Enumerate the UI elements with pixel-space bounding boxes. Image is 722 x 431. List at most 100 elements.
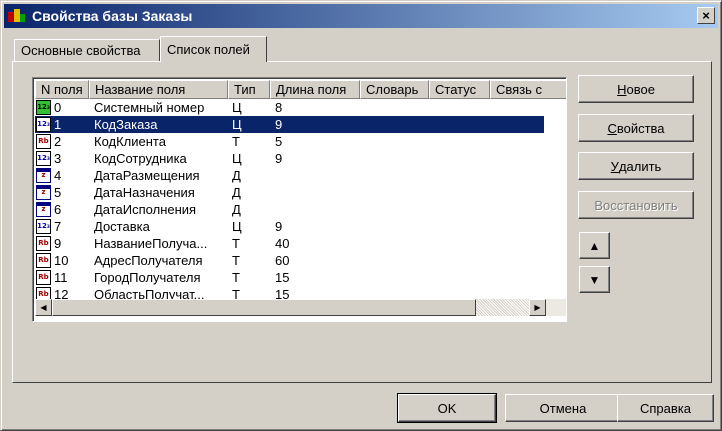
date-field-icon: z (36, 185, 51, 200)
field-type: Т (232, 270, 240, 285)
field-name: КодЗаказа (94, 117, 158, 132)
table-row[interactable]: z 4 ДатаРазмещения Д (35, 167, 544, 184)
field-name: КодСотрудника (94, 151, 187, 166)
field-number: 4 (54, 168, 62, 183)
field-type: Ц (232, 117, 242, 132)
field-number: 1 (54, 117, 62, 132)
field-number: 6 (54, 202, 62, 217)
column-header-link[interactable]: Связь с (490, 80, 566, 99)
field-type: Ц (232, 100, 242, 115)
scroll-left-arrow-icon[interactable]: ◀ (35, 299, 52, 316)
field-number: 11 (54, 270, 68, 285)
table-row[interactable]: Rb 9 НазваниеПолуча... Т 40 (35, 235, 544, 252)
field-number-cell: 12₃ 1 (35, 116, 89, 133)
field-name: КодКлиента (94, 134, 166, 149)
text-field-icon: Rb (36, 134, 51, 149)
new-field-button[interactable]: Новое (578, 75, 694, 103)
tab-basic-properties[interactable]: Основные свойства (14, 39, 160, 61)
field-length: 9 (275, 151, 283, 166)
table-row[interactable]: Rb 10 АдресПолучателя Т 60 (35, 252, 544, 269)
field-length: 9 (275, 219, 283, 234)
field-number-cell: z5 (35, 184, 89, 201)
new-field-label: овое (626, 81, 655, 97)
field-length: 9 (275, 117, 283, 132)
delete-field-label: далить (618, 158, 662, 174)
title-bar[interactable]: Свойства базы Заказы × (4, 4, 718, 28)
table-row[interactable]: z 5 ДатаНазначения Д (35, 184, 544, 201)
table-row[interactable]: 12₃ 0 Системный номер Ц 8 (35, 99, 544, 116)
field-number-cell: z6 (35, 201, 89, 218)
text-field-icon: Rb (36, 236, 51, 251)
table-row[interactable]: 12₃ 1 КодЗаказа Ц 9 (35, 116, 544, 133)
numeric-field-icon: 12₃ (36, 151, 51, 166)
field-rows: 12₃ 0 Системный номер Ц 8 12₃ 1 КодЗаказа Ц 9 Rb 2 К… (35, 99, 544, 303)
field-number-cell: 12₃ 3 (35, 150, 89, 167)
close-button[interactable]: × (697, 7, 715, 24)
field-number: 7 (54, 219, 62, 234)
field-name: ДатаРазмещения (94, 168, 200, 183)
text-field-icon: Rb (36, 253, 51, 268)
field-number: 2 (54, 134, 62, 149)
horizontal-scroll-track[interactable] (476, 299, 529, 316)
field-type: Д (232, 202, 241, 217)
field-length: 15 (275, 270, 290, 285)
column-header-name[interactable]: Название поля (89, 80, 228, 99)
field-number-cell: 12₃ 7 (35, 218, 89, 235)
restore-field-button[interactable]: Восстановить (578, 191, 694, 219)
field-name: Доставка (94, 219, 150, 234)
field-number: 9 (54, 236, 62, 251)
move-up-arrow-icon[interactable]: ▲ (579, 232, 610, 259)
field-number-cell: 12₃ 0 (35, 99, 89, 116)
field-name: ГородПолучателя (94, 270, 201, 285)
horizontal-scrollbar[interactable]: ◀ ▶ (35, 299, 566, 316)
tab-field-list[interactable]: Список полей (160, 36, 267, 62)
field-name: ДатаИсполнения (94, 202, 197, 217)
field-name: НазваниеПолуча... (94, 236, 208, 251)
column-header-dictionary[interactable]: Словарь (360, 80, 429, 99)
table-row[interactable]: 12₃ 3 КодСотрудника Ц 9 (35, 150, 544, 167)
field-type: Д (232, 168, 241, 183)
move-down-arrow-icon[interactable]: ▼ (579, 266, 610, 293)
table-row[interactable]: Rb 2 КодКлиента Т 5 (35, 133, 544, 150)
cancel-button[interactable]: Отмена (505, 394, 621, 422)
field-number: 3 (54, 151, 62, 166)
field-length: 5 (275, 134, 283, 149)
field-type: Ц (232, 151, 242, 166)
column-header-length[interactable]: Длина поля (270, 80, 360, 99)
delete-field-button[interactable]: Удалить (578, 152, 694, 180)
field-number-cell: Rb 2 (35, 133, 89, 150)
column-header-status[interactable]: Статус (429, 80, 490, 99)
field-number: 0 (54, 100, 62, 115)
table-row[interactable]: 12₃ 7 Доставка Ц 9 (35, 218, 544, 235)
field-list-header: N поля Название поля Тип Длина поля Слов… (35, 80, 566, 99)
column-header-type[interactable]: Тип (228, 80, 270, 99)
app-logo-icon (8, 8, 26, 24)
new-field-accel: Н (617, 81, 627, 97)
ok-button[interactable]: OK (397, 393, 497, 423)
field-number: 10 (54, 253, 69, 268)
field-properties-button[interactable]: Свойства (578, 114, 694, 142)
field-number-cell: Rb 11 (35, 269, 89, 286)
field-name: Системный номер (94, 100, 205, 115)
field-name: АдресПолучателя (94, 253, 203, 268)
field-type: Т (232, 236, 240, 251)
field-list[interactable]: N поля Название поля Тип Длина поля Слов… (32, 77, 567, 322)
delete-field-accel: У (610, 158, 619, 174)
field-number-cell: z4 (35, 167, 89, 184)
table-row[interactable]: Rb 11 ГородПолучателя Т 15 (35, 269, 544, 286)
field-number: 5 (54, 185, 62, 200)
field-number-cell: Rb 9 (35, 235, 89, 252)
scroll-right-arrow-icon[interactable]: ▶ (529, 299, 546, 316)
field-type: Ц (232, 219, 242, 234)
numeric-field-icon: 12₃ (36, 219, 51, 234)
field-number-cell: Rb 10 (35, 252, 89, 269)
numeric-system-field-icon: 12₃ (36, 100, 51, 115)
column-header-number[interactable]: N поля (35, 80, 89, 99)
help-button[interactable]: Справка (617, 394, 714, 422)
window-title: Свойства базы Заказы (32, 8, 193, 24)
field-properties-accel: С (607, 120, 617, 136)
table-row[interactable]: z 6 ДатаИсполнения Д (35, 201, 544, 218)
text-field-icon: Rb (36, 270, 51, 285)
field-length (270, 167, 360, 184)
horizontal-scroll-thumb[interactable] (52, 299, 476, 316)
